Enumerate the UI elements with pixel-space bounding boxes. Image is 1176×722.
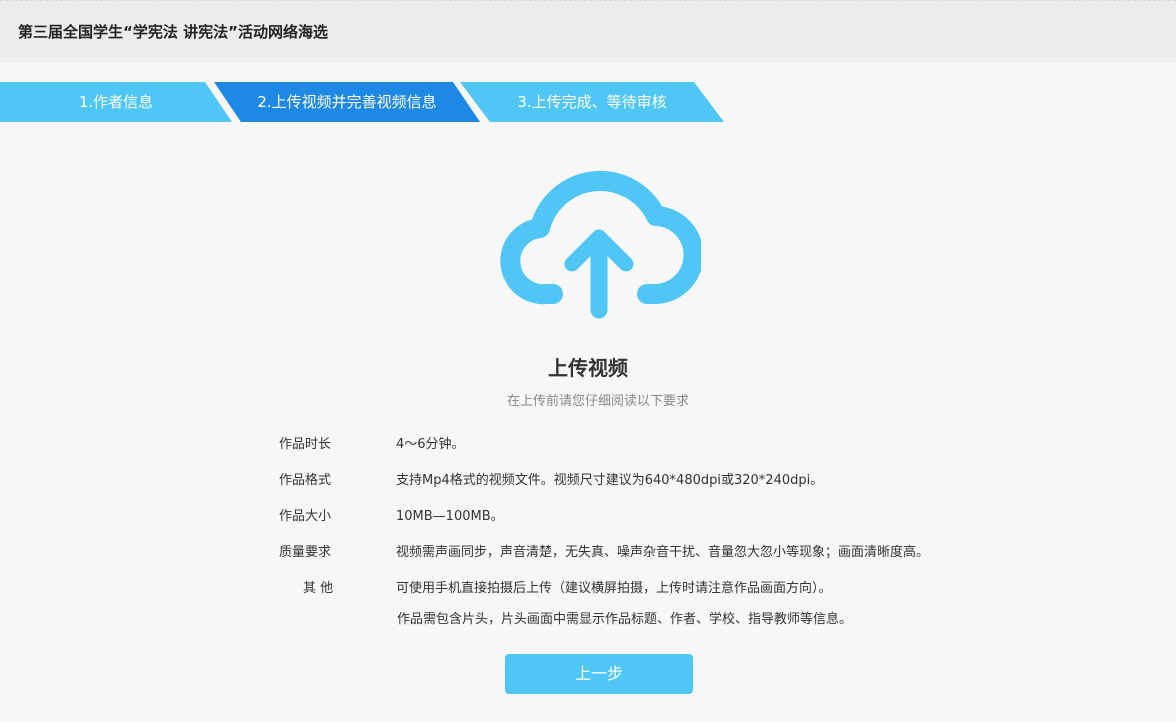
previous-step-button[interactable]: 上一步	[505, 654, 693, 694]
step-label: 1.作者信息	[78, 93, 154, 111]
step-upload-complete[interactable]: 3.上传完成、等待审核	[460, 82, 724, 122]
requirement-value: 可使用手机直接拍摄后上传（建议横屏拍摄，上传时请注意作品画面方向）。	[396, 581, 832, 596]
requirement-row-other: 其 他 可使用手机直接拍摄后上传（建议横屏拍摄，上传时请注意作品画面方向）。	[0, 577, 1176, 599]
requirement-extra-note: 作品需包含片头，片头画面中需显示作品标题、作者、学校、指导教师等信息。	[397, 612, 853, 627]
step-label: 3.上传完成、等待审核	[517, 93, 667, 111]
step-author-info[interactable]: 1.作者信息	[0, 82, 232, 122]
requirement-value: 4～6分钟。	[396, 437, 465, 452]
requirement-value: 支持Mp4格式的视频文件。视频尺寸建议为640*480dpi或320*240dp…	[396, 473, 824, 488]
requirement-row-size: 作品大小 10MB—100MB。	[0, 505, 1176, 527]
requirement-value: 10MB—100MB。	[396, 509, 504, 524]
page-header: 第三届全国学生“学宪法 讲宪法”活动网络海选	[0, 0, 1176, 62]
requirement-label: 其 他	[303, 581, 334, 596]
requirement-label: 作品格式	[279, 473, 332, 488]
requirement-label: 作品时长	[279, 437, 332, 452]
requirement-value: 视频需声画同步，声音清楚，无失真、噪声杂音干扰、音量忽大忽小等现象；画面清晰度高…	[396, 545, 930, 560]
step-progress-bar: 1.作者信息 2.上传视频并完善视频信息 3.上传完成、等待审核	[0, 82, 730, 122]
requirement-row-quality: 质量要求 视频需声画同步，声音清楚，无失真、噪声杂音干扰、音量忽大忽小等现象；画…	[0, 541, 1176, 563]
cloud-upload-icon[interactable]	[497, 160, 701, 322]
requirement-row-format: 作品格式 支持Mp4格式的视频文件。视频尺寸建议为640*480dpi或320*…	[0, 469, 1176, 491]
requirement-row-duration: 作品时长 4～6分钟。	[0, 433, 1176, 455]
upload-title: 上传视频	[548, 356, 628, 380]
requirement-label: 作品大小	[279, 509, 332, 524]
step-upload-video[interactable]: 2.上传视频并完善视频信息	[214, 82, 480, 122]
page-title: 第三届全国学生“学宪法 讲宪法”活动网络海选	[18, 23, 328, 41]
upload-subtitle: 在上传前请您仔细阅读以下要求	[506, 394, 689, 409]
step-label: 2.上传视频并完善视频信息	[257, 93, 437, 111]
requirement-label: 质量要求	[279, 545, 332, 560]
